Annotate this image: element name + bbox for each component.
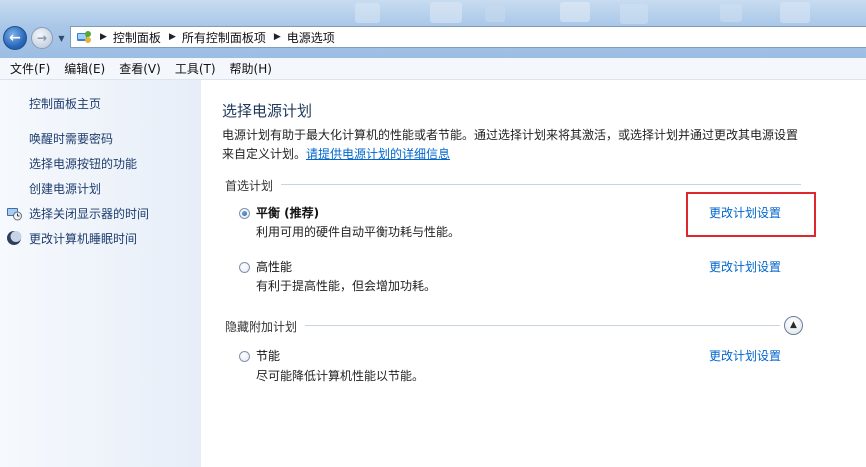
arrow-right-icon: →: [36, 31, 48, 45]
sidebar-item-wake-password[interactable]: 唤醒时需要密码: [29, 130, 113, 147]
menu-tools[interactable]: 工具(T): [175, 60, 216, 77]
sidebar-item-sleep-time[interactable]: 更改计算机睡眠时间: [29, 230, 137, 247]
breadcrumb-control-panel[interactable]: 控制面板: [113, 29, 161, 46]
sidebar-item-home[interactable]: 控制面板主页: [29, 95, 101, 112]
plan-power-saver-desc: 尽可能降低计算机性能以节能。: [256, 369, 425, 383]
hidden-plans-heading: 隐藏附加计划: [225, 320, 298, 334]
breadcrumb-separator-icon[interactable]: ▶: [169, 32, 176, 42]
plan-power-saver-radio[interactable]: [239, 351, 250, 362]
group-divider: [281, 184, 801, 185]
chevron-up-icon: ▲: [790, 320, 797, 330]
plan-balanced-name[interactable]: 平衡 (推荐): [256, 204, 319, 221]
highlight-annotation: [686, 192, 816, 237]
page-description: 电源计划有助于最大化计算机的性能或者节能。通过选择计划来将其激活，或选择计划并通…: [222, 126, 802, 164]
plan-balanced-desc: 利用可用的硬件自动平衡功耗与性能。: [256, 225, 461, 239]
menu-edit[interactable]: 编辑(E): [64, 60, 105, 77]
plan-high-performance-desc: 有利于提高性能，但会增加功耗。: [256, 279, 437, 293]
group-divider: [305, 325, 780, 326]
address-bar-area: ← → ▼ ▶ 控制面板 ▶ 所有控制面板项 ▶ 电源选项: [0, 0, 866, 58]
breadcrumb-all-items[interactable]: 所有控制面板项: [182, 29, 266, 46]
breadcrumb-separator-icon[interactable]: ▶: [274, 32, 281, 42]
chevron-down-icon: ▼: [58, 33, 65, 43]
sidebar: 控制面板主页 唤醒时需要密码 选择电源按钮的功能 创建电源计划 选择关闭显示器的…: [0, 80, 201, 467]
sleep-moon-icon: [6, 230, 22, 246]
address-field[interactable]: ▶ 控制面板 ▶ 所有控制面板项 ▶ 电源选项: [70, 26, 866, 48]
display-timer-icon: [6, 205, 22, 221]
power-saver-change-settings-link[interactable]: 更改计划设置: [709, 347, 781, 364]
breadcrumb-power-options[interactable]: 电源选项: [287, 29, 335, 46]
plan-balanced-radio[interactable]: [239, 208, 250, 219]
plan-power-saver-name[interactable]: 节能: [256, 347, 280, 364]
menu-file[interactable]: 文件(F): [10, 60, 50, 77]
high-performance-change-settings-link[interactable]: 更改计划设置: [709, 258, 781, 275]
collapse-button[interactable]: ▲: [784, 316, 803, 335]
arrow-left-icon: ←: [9, 30, 21, 46]
menu-bar: 文件(F) 编辑(E) 查看(V) 工具(T) 帮助(H): [0, 58, 866, 80]
forward-button[interactable]: →: [31, 27, 53, 49]
menu-help[interactable]: 帮助(H): [230, 60, 272, 77]
plan-high-performance-name[interactable]: 高性能: [256, 258, 292, 275]
recent-pages-dropdown[interactable]: ▼: [56, 32, 67, 44]
main-content: 选择电源计划 电源计划有助于最大化计算机的性能或者节能。通过选择计划来将其激活，…: [201, 80, 866, 467]
preferred-plans-heading: 首选计划: [225, 179, 274, 193]
sidebar-item-power-button[interactable]: 选择电源按钮的功能: [29, 155, 137, 172]
breadcrumb-separator-icon[interactable]: ▶: [100, 32, 107, 42]
plan-high-performance-radio[interactable]: [239, 262, 250, 273]
back-button[interactable]: ←: [3, 26, 27, 50]
plan-details-link[interactable]: 请提供电源计划的详细信息: [306, 147, 450, 161]
control-panel-icon: [76, 29, 92, 45]
sidebar-item-create-plan[interactable]: 创建电源计划: [29, 180, 101, 197]
menu-view[interactable]: 查看(V): [119, 60, 161, 77]
sidebar-item-display-off[interactable]: 选择关闭显示器的时间: [29, 205, 149, 222]
page-title: 选择电源计划: [222, 102, 313, 120]
